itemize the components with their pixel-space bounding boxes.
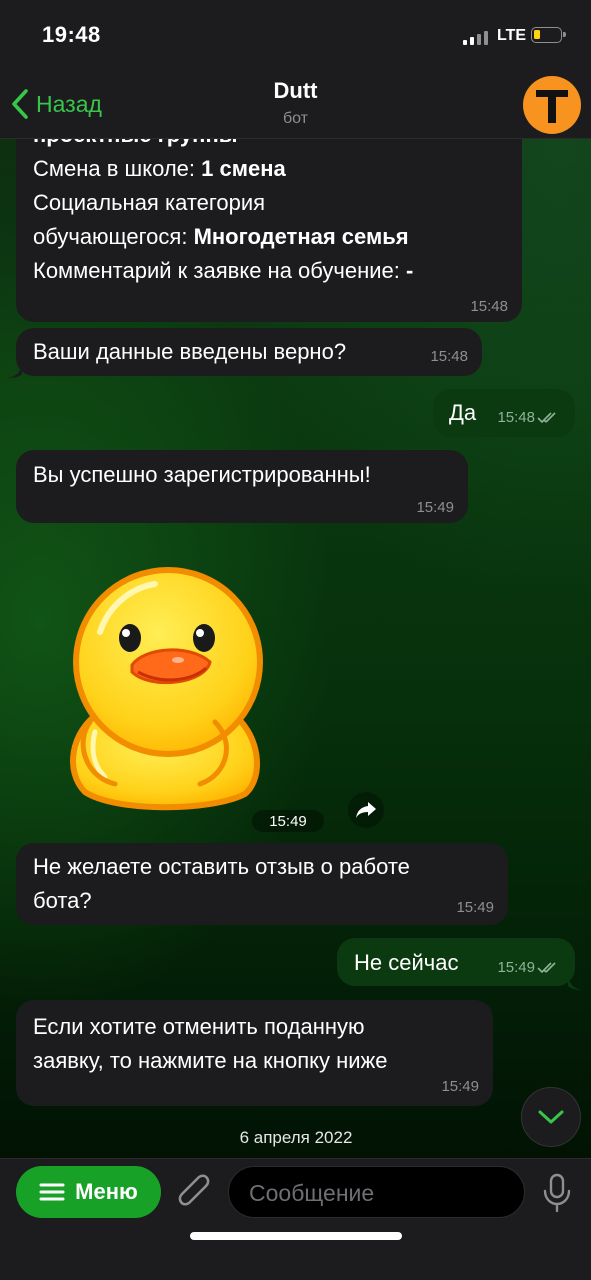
message-bot-registered: Вы успешно зарегистрированны! 15:49: [16, 450, 468, 523]
network-type: LTE: [497, 27, 527, 44]
forward-button[interactable]: [348, 792, 384, 828]
voice-record-button[interactable]: [537, 1171, 577, 1215]
message-line: Комментарий к заявке на обучение: -: [33, 258, 414, 283]
message-user-not-now: Не сейчас 15:49: [337, 938, 575, 986]
message-line: Смена в школе: 1 смена: [33, 156, 286, 181]
message-text: Ваши данные введены верно?: [33, 339, 347, 364]
message-line: заявку, то нажмите на кнопку ниже: [33, 1048, 388, 1073]
input-bar: Меню: [0, 1158, 591, 1280]
message-time: 15:49: [497, 959, 535, 976]
bubble-tail: [8, 364, 22, 378]
message-status: 15:48: [497, 409, 561, 427]
message-time: 15:49: [416, 499, 454, 516]
home-indicator[interactable]: [190, 1232, 402, 1240]
message-text: Да: [449, 400, 477, 425]
menu-label: Меню: [75, 1179, 138, 1204]
attach-button[interactable]: [172, 1171, 218, 1217]
duck-sticker-icon[interactable]: [60, 562, 270, 812]
message-line: бота?: [33, 888, 92, 913]
message-status: 15:49: [497, 959, 561, 977]
message-bot-confirm-question: Ваши данные введены верно? 15:48: [16, 328, 482, 376]
message-time: 15:49: [441, 1078, 479, 1095]
chat-title[interactable]: Dutt: [0, 78, 591, 104]
message-input-container: [228, 1166, 525, 1219]
forward-arrow-icon: [356, 802, 376, 818]
cellular-signal-icon: [463, 31, 493, 45]
battery-icon: [531, 27, 566, 43]
message-bot-cancel-info: Если хотите отменить поданную заявку, то…: [16, 1000, 493, 1106]
message-user-yes: Да 15:48: [433, 389, 575, 437]
message-bot-feedback-question: Не желаете оставить отзыв о работе бота?…: [16, 843, 508, 925]
message-line: Если хотите отменить поданную: [33, 1014, 365, 1039]
double-check-icon: [537, 962, 556, 974]
scroll-down-button[interactable]: [521, 1087, 581, 1147]
date-separator: 6 апреля 2022: [239, 1128, 353, 1147]
microphone-icon: [543, 1173, 571, 1213]
menu-button[interactable]: Меню: [16, 1166, 161, 1218]
message-line: Не желаете оставить отзыв о работе: [33, 854, 410, 879]
chevron-down-icon: [538, 1110, 564, 1124]
bot-avatar[interactable]: [523, 76, 581, 134]
t-logo-icon: [536, 90, 568, 123]
message-line: обучающегося: Многодетная семья: [33, 224, 409, 249]
message-text: Вы успешно зарегистрированны!: [33, 462, 371, 487]
message-time: 15:48: [470, 298, 508, 315]
message-line: Социальная категория: [33, 190, 266, 215]
status-bar: 19:48 LTE: [0, 0, 591, 70]
message-text: Не сейчас: [354, 950, 459, 975]
menu-icon: [39, 1183, 65, 1201]
status-time: 19:48: [42, 22, 101, 47]
double-check-icon: [537, 412, 556, 424]
chat-screen: 19:48 LTE Назад Dutt бот проектные групп…: [0, 0, 591, 1280]
chat-header-overlay: Назад Dutt бот: [0, 70, 591, 138]
message-input[interactable]: [247, 1167, 421, 1219]
paperclip-icon: [178, 1174, 210, 1206]
sticker-time: 15:49: [252, 810, 324, 832]
chat-subtitle: бот: [282, 110, 309, 127]
message-time: 15:48: [430, 348, 468, 365]
bubble-tail: [568, 976, 582, 990]
message-time: 15:48: [497, 409, 535, 426]
message-time: 15:49: [456, 899, 494, 916]
